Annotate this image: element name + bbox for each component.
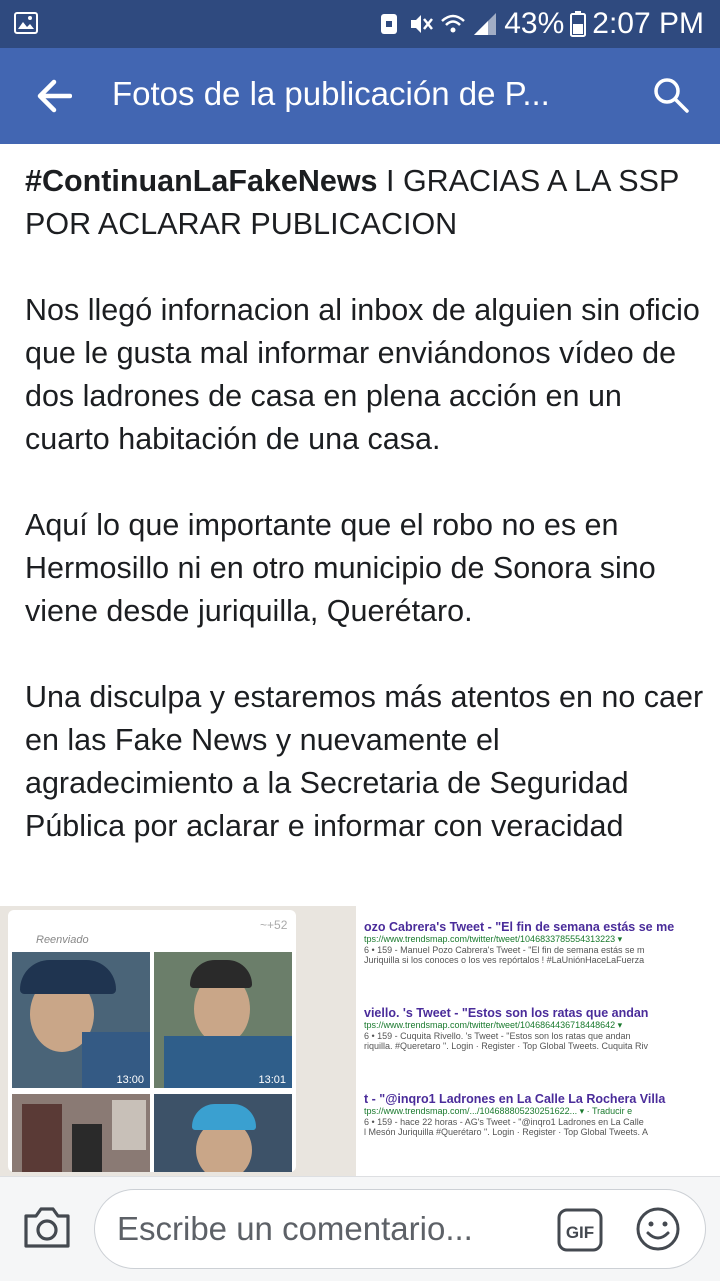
hashtag-link[interactable]: #ContinuanLaFakeNews <box>25 164 378 198</box>
photo-thumbnail: 13:01 <box>154 952 292 1088</box>
comment-input[interactable]: Escribe un comentario... GIF <box>94 1189 706 1269</box>
photo-thumbnail <box>154 1094 292 1172</box>
post-text: #ContinuanLaFakeNews I GRACIAS A LA SSP … <box>25 160 705 891</box>
tweet-result: ozo Cabrera's Tweet - "El fin de semana … <box>364 920 675 965</box>
photo-thumbnail <box>12 1094 150 1172</box>
search-icon[interactable] <box>652 76 690 114</box>
status-bar: 43% 2:07 PM <box>0 0 720 48</box>
post-paragraph: Aquí lo que importante que el robo no es… <box>25 508 656 628</box>
mute-icon <box>411 15 434 33</box>
photo-time: 13:00 <box>116 1074 144 1086</box>
tweet-result: viello. 's Tweet - "Estos son los ratas … <box>364 1006 649 1051</box>
post-paragraph: Una disculpa y estaremos más atentos en … <box>25 680 704 843</box>
photo-thumbnail: 13:00 <box>12 952 150 1088</box>
post-photo[interactable]: Reenviado ~+52 13:00 13:01 ozo Cabrera's… <box>0 906 720 1176</box>
back-arrow-icon[interactable] <box>36 78 72 114</box>
chat-count: ~+52 <box>260 918 288 932</box>
camera-icon[interactable] <box>22 1204 72 1250</box>
signal-icon <box>474 13 497 35</box>
wifi-icon <box>441 14 466 33</box>
clock: 2:07 PM <box>592 7 704 40</box>
photo-time: 13:01 <box>258 1074 286 1086</box>
post-paragraph: Nos llegó infornacion al inbox de alguie… <box>25 293 700 456</box>
battery-icon <box>570 11 587 37</box>
comment-bar: Escribe un comentario... GIF <box>0 1176 720 1281</box>
forwarded-label: Reenviado <box>36 934 89 946</box>
search-results-screenshot: ozo Cabrera's Tweet - "El fin de semana … <box>356 906 720 1176</box>
comment-placeholder: Escribe un comentario... <box>117 1210 473 1247</box>
gif-icon[interactable]: GIF <box>557 1208 603 1252</box>
image-notification-icon <box>14 12 38 34</box>
chat-screenshot: Reenviado ~+52 13:00 13:01 <box>8 910 296 1172</box>
app-bar: Fotos de la publicación de P... <box>0 48 720 144</box>
tweet-result: t - "@inqro1 Ladrones en La Calle La Roc… <box>364 1092 666 1137</box>
post-headline: #ContinuanLaFakeNews I GRACIAS A LA SSP … <box>25 160 705 246</box>
lock-notification-icon <box>381 14 398 34</box>
gif-label: GIF <box>566 1223 594 1242</box>
battery-percent: 43% <box>504 7 565 40</box>
emoji-icon[interactable] <box>635 1206 681 1252</box>
status-icons: 43% 2:07 PM <box>376 7 704 40</box>
page-title: Fotos de la publicación de P... <box>112 75 550 112</box>
